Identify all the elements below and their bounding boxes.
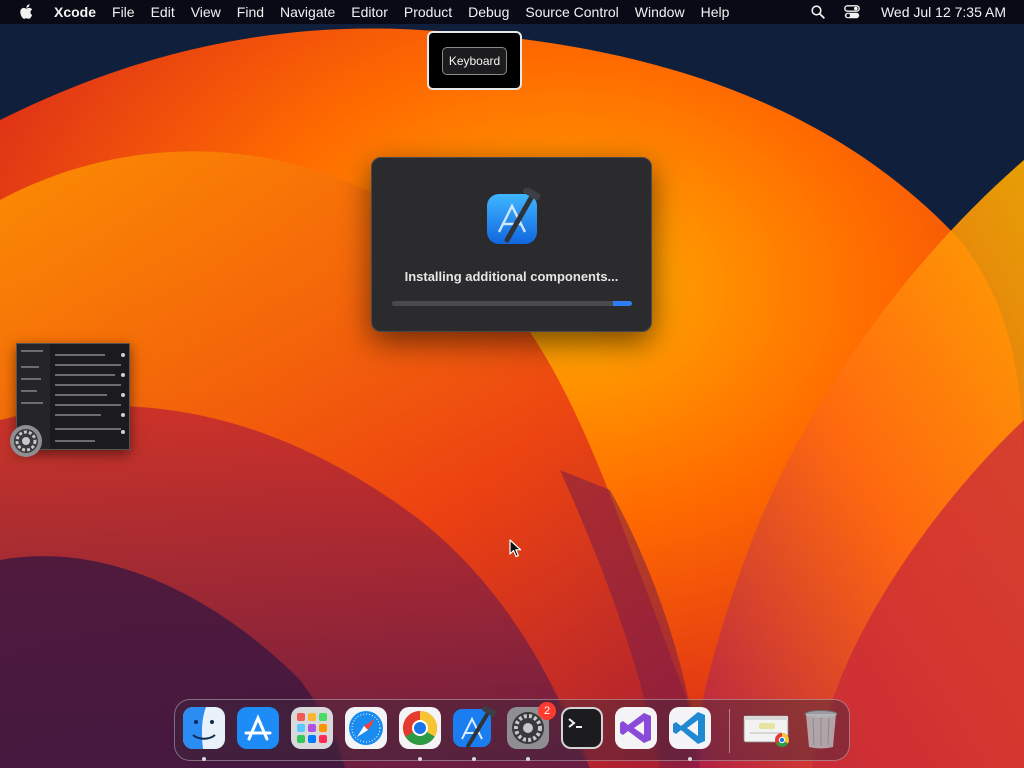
dock-item-xcode[interactable] (452, 706, 496, 750)
dock-item-visual-studio[interactable] (614, 706, 658, 750)
trash-icon (804, 710, 838, 749)
menu-product[interactable]: Product (396, 0, 460, 24)
dock-item-chrome[interactable] (398, 706, 442, 750)
menu-debug[interactable]: Debug (460, 0, 517, 24)
terminal-icon (561, 707, 603, 749)
xcode-icon (487, 188, 541, 244)
menu-window[interactable]: Window (627, 0, 693, 24)
xcode-icon (453, 706, 496, 748)
thumbnail-line (21, 366, 39, 368)
thumbnail-line (55, 394, 107, 396)
menu-app-name[interactable]: Xcode (46, 0, 104, 24)
menu-navigate[interactable]: Navigate (272, 0, 343, 24)
apple-menu-icon[interactable] (14, 4, 38, 20)
dock-item-vscode[interactable] (668, 706, 712, 750)
install-progress-bar (392, 301, 632, 306)
dock-item-minimized-window[interactable] (742, 706, 794, 750)
install-components-dialog: Installing additional components... (371, 157, 652, 332)
install-message: Installing additional components... (404, 269, 619, 284)
thumbnail-line (55, 428, 121, 430)
dock-running-indicator (472, 757, 476, 761)
thumbnail-line (55, 404, 121, 406)
thumbnail-line (55, 354, 105, 356)
dock-item-safari[interactable] (344, 706, 388, 750)
thumbnail-line (21, 378, 41, 380)
menu-find[interactable]: Find (229, 0, 272, 24)
mouse-pointer-icon (509, 539, 522, 558)
dock-item-system-settings[interactable]: 2 (506, 702, 556, 750)
dock-item-app-store[interactable] (236, 706, 280, 750)
menu-edit[interactable]: Edit (143, 0, 183, 24)
thumbnail-line (21, 350, 43, 352)
spotlight-search-icon[interactable] (807, 2, 829, 22)
menu-bar: Xcode File Edit View Find Navigate Edito… (0, 0, 1024, 24)
system-settings-app-icon[interactable] (9, 424, 43, 458)
dock-running-indicator (202, 757, 206, 761)
thumbnail-toggle (121, 353, 125, 357)
vscode-icon (669, 707, 711, 749)
thumbnail-toggle (121, 393, 125, 397)
thumbnail-line (55, 384, 121, 386)
safari-icon (345, 707, 387, 749)
menu-bar-clock[interactable]: Wed Jul 12 7:35 AM (869, 4, 1024, 20)
dock: 2 (174, 699, 850, 761)
app-store-icon (237, 707, 279, 749)
dock-item-finder[interactable] (182, 706, 226, 750)
thumbnail-line (55, 374, 115, 376)
notification-badge: 2 (538, 702, 556, 720)
thumbnail-line (21, 402, 43, 404)
thumbnail-line (21, 390, 37, 392)
dock-item-terminal[interactable] (560, 706, 604, 750)
control-center-icon[interactable] (841, 2, 863, 22)
dock-running-indicator (526, 757, 530, 761)
menu-view[interactable]: View (183, 0, 229, 24)
menu-help[interactable]: Help (693, 0, 738, 24)
launchpad-icon (291, 707, 333, 749)
dock-running-indicator (688, 757, 692, 761)
dock-running-indicator (418, 757, 422, 761)
thumbnail-toggle (121, 413, 125, 417)
dock-item-launchpad[interactable] (290, 706, 334, 750)
thumbnail-line (55, 440, 95, 442)
thumbnail-line (55, 414, 101, 416)
dock-separator (729, 709, 730, 753)
chrome-icon (399, 707, 441, 749)
install-progress-fill (392, 301, 632, 306)
thumbnail-toggle (121, 430, 125, 434)
keyboard-hud-label: Keyboard (441, 46, 508, 75)
menu-bar-status-area: Wed Jul 12 7:35 AM (801, 0, 1024, 24)
thumbnail-line (55, 364, 121, 366)
menu-editor[interactable]: Editor (343, 0, 396, 24)
menu-source-control[interactable]: Source Control (517, 0, 626, 24)
keyboard-hud: Keyboard (427, 31, 522, 90)
finder-icon (183, 707, 225, 749)
dock-item-trash[interactable] (799, 706, 843, 750)
menu-file[interactable]: File (104, 0, 143, 24)
chrome-window-stack-icon (743, 715, 789, 747)
visual-studio-icon (615, 707, 657, 749)
thumbnail-toggle (121, 373, 125, 377)
desktop-wallpaper (0, 0, 1024, 768)
